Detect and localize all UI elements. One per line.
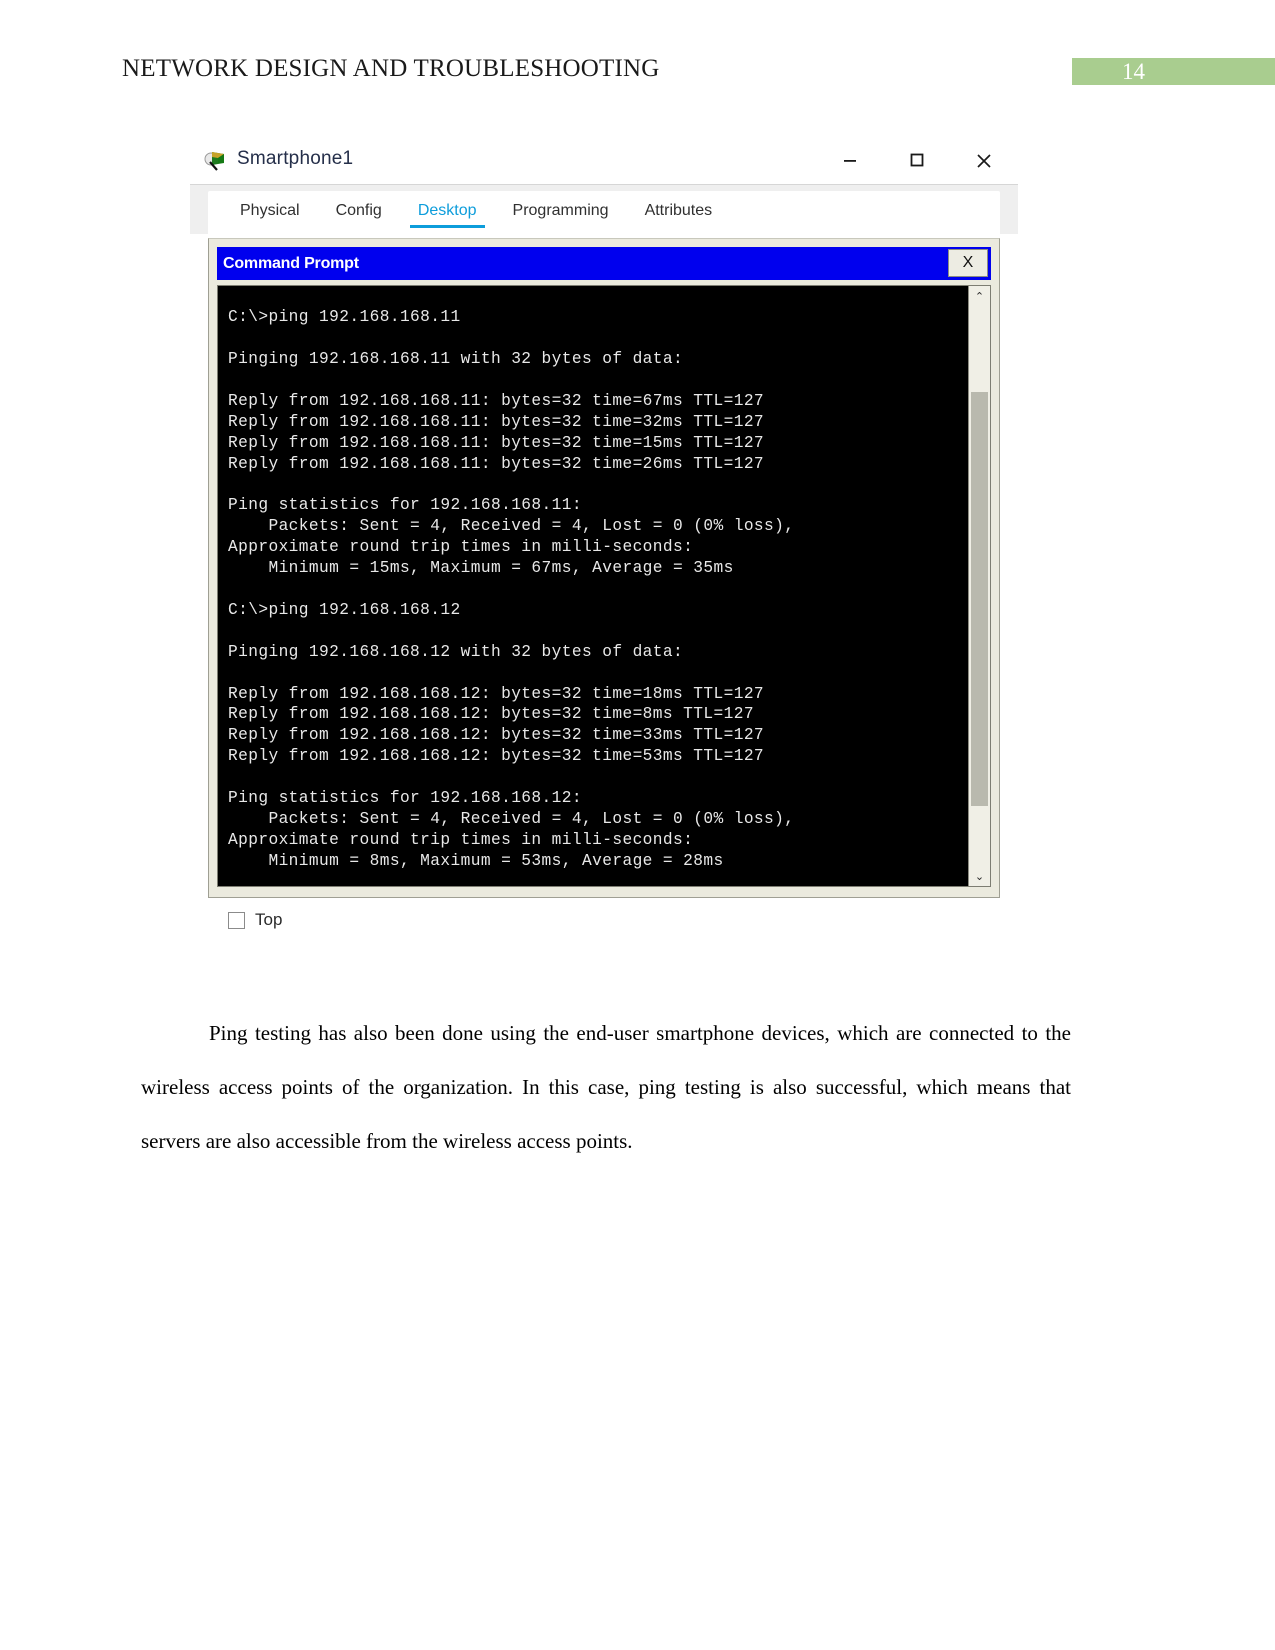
top-checkbox-label: Top xyxy=(255,910,283,929)
tab-attributes[interactable]: Attributes xyxy=(627,196,731,230)
command-prompt-frame: Command Prompt X C:\>ping 192.168.168.11… xyxy=(208,238,1000,898)
device-tabs: Physical Config Desktop Programming Attr… xyxy=(190,184,1018,234)
scrollbar-thumb[interactable] xyxy=(971,392,988,806)
tab-physical[interactable]: Physical xyxy=(222,196,318,230)
command-prompt-titlebar: Command Prompt X xyxy=(217,247,991,280)
tab-config[interactable]: Config xyxy=(318,196,400,230)
page-number-badge: 14 xyxy=(1072,58,1275,85)
packet-tracer-icon xyxy=(204,149,228,173)
window-bottom-bar: Top xyxy=(208,898,1000,942)
close-icon[interactable] xyxy=(961,144,1007,176)
terminal-output-area[interactable]: C:\>ping 192.168.168.11 Pinging 192.168.… xyxy=(217,285,991,887)
desktop-panel: Command Prompt X C:\>ping 192.168.168.11… xyxy=(190,238,1018,952)
window-titlebar: Smartphone1 xyxy=(190,136,1018,184)
scroll-down-icon[interactable]: ⌄ xyxy=(969,866,990,886)
tab-programming[interactable]: Programming xyxy=(495,196,627,230)
window-title: Smartphone1 xyxy=(237,148,354,169)
maximize-icon[interactable] xyxy=(894,144,940,176)
scroll-up-icon[interactable]: ⌃ xyxy=(969,286,990,306)
terminal-scrollbar[interactable]: ⌃ ⌄ xyxy=(968,286,990,886)
tab-desktop[interactable]: Desktop xyxy=(400,196,495,230)
top-checkbox[interactable] xyxy=(228,911,245,929)
page-title: NETWORK DESIGN AND TROUBLESHOOTING xyxy=(122,55,660,82)
document-page: NETWORK DESIGN AND TROUBLESHOOTING 14 Sm… xyxy=(0,0,1275,1650)
command-prompt-close-button[interactable]: X xyxy=(948,249,988,277)
terminal-text: C:\>ping 192.168.168.11 Pinging 192.168.… xyxy=(228,308,795,870)
body-paragraph: Ping testing has also been done using th… xyxy=(141,1021,1071,1153)
minimize-icon[interactable] xyxy=(827,144,873,176)
page-number: 14 xyxy=(1122,59,1145,84)
command-prompt-title: Command Prompt xyxy=(223,254,359,272)
smartphone-device-window: Smartphone1 Physical Config Desktop Prog… xyxy=(190,136,1018,952)
